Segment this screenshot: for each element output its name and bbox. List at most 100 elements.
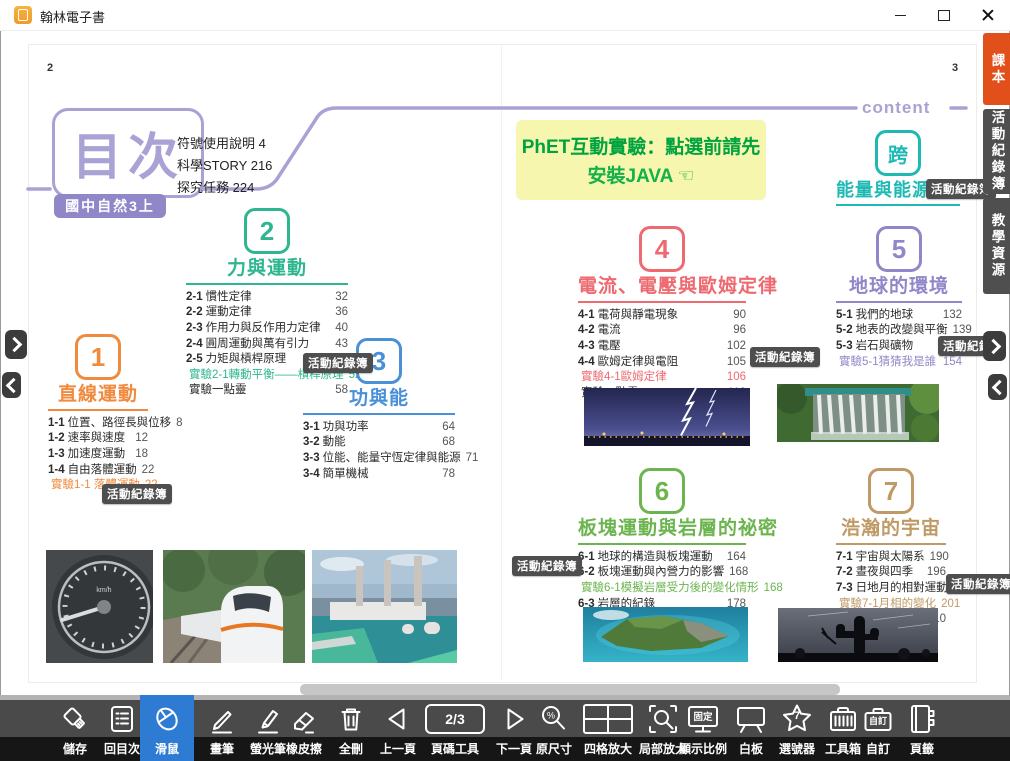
toc-entry[interactable]: 1-1位置、路徑長與位移8 <box>48 416 148 432</box>
chapter-6-title[interactable]: 板塊運動與岩層的祕密 <box>578 517 746 541</box>
monitor-icon: 固定 <box>685 700 721 737</box>
display-ratio-button[interactable]: 固定 顯示比例 <box>676 695 730 761</box>
left-page-back-arrow[interactable] <box>2 372 21 398</box>
photo-speedometer: km/h <box>46 550 153 663</box>
pencil-icon <box>204 700 240 737</box>
maximize-button[interactable] <box>922 0 966 30</box>
original-size-button[interactable]: % 原尺寸 <box>527 695 581 761</box>
toc-entry[interactable]: 3-2動能68 <box>303 435 455 451</box>
toc-entry[interactable]: 4-1電荷與靜電現象90 <box>578 308 746 324</box>
minimize-icon <box>895 15 906 16</box>
toc-entry[interactable]: 5-1我們的地球132 <box>836 308 962 324</box>
toc-entry[interactable]: 3-3位能、能量守恆定律與能源71 <box>303 451 455 467</box>
chapter-7-title[interactable]: 浩瀚的宇宙 <box>836 517 946 541</box>
trash-icon <box>333 700 369 737</box>
zoom-percent-icon: % <box>536 700 572 737</box>
chapter-4-title[interactable]: 電流、電壓與歐姆定律 <box>578 275 746 299</box>
eraser-icon <box>286 700 322 737</box>
toc-entry[interactable]: 6-1地球的構造與板塊運動164 <box>578 550 746 566</box>
toc-entry[interactable]: 7-2晝夜與四季196 <box>836 565 946 581</box>
tab-teaching-resources[interactable]: 教學資源 <box>983 198 1010 294</box>
chapter-7-icon: 7 <box>868 468 914 514</box>
toc-entry[interactable]: 2-1慣性定律32 <box>186 290 348 306</box>
page-number-tool[interactable]: 2/3 頁碼工具 <box>423 695 487 761</box>
chapter-rule <box>836 301 962 303</box>
toc-entry[interactable]: 4-4歐姆定律與電阻105 <box>578 355 746 371</box>
chapter-2-icon: 2 <box>244 208 290 254</box>
tab-textbook[interactable]: 課本 <box>983 33 1010 105</box>
chapter-rule <box>578 301 746 303</box>
title-bar: 翰林電子書 <box>0 0 1010 31</box>
chapter-6-items: 6-1地球的構造與板塊運動1646-2板塊運動與內營力的影響168實驗6-1模擬… <box>578 550 746 612</box>
toc-entry[interactable]: 2-3作用力與反作用力定律40 <box>186 321 348 337</box>
page-tab-button[interactable]: 頁籤 <box>895 695 949 761</box>
chevron-left-icon <box>5 377 21 393</box>
photo-island <box>583 607 748 662</box>
prev-page-button[interactable]: 上一頁 <box>371 695 425 761</box>
svg-text:%: % <box>547 710 555 720</box>
left-page-number: 2 <box>47 62 53 74</box>
toc-entry[interactable]: 3-1功與功率64 <box>303 420 455 436</box>
chapter-rule <box>186 283 348 285</box>
front-matter-item[interactable]: 探究任務 224 <box>177 177 272 199</box>
toc-entry[interactable]: 實驗4-1歐姆定律106 <box>578 370 746 386</box>
photo-train <box>163 550 305 663</box>
mouse-tool-button[interactable]: 滑鼠 <box>140 695 194 761</box>
minimize-button[interactable] <box>878 0 922 30</box>
page-indicator-box: 2/3 <box>425 700 485 737</box>
chapter-2-title[interactable]: 力與運動 <box>186 257 348 281</box>
chapter-7-section: 7 浩瀚的宇宙 7-1宇宙與太陽系1907-2晝夜與四季1967-3日地月的相對… <box>836 468 946 628</box>
toc-entry[interactable]: 6-2板塊運動與內營力的影響168 <box>578 565 746 581</box>
activity-badge-ch1[interactable]: 活動紀錄簿 <box>102 484 172 504</box>
left-panel-open-arrow[interactable] <box>5 330 27 359</box>
photo-power-plant <box>312 550 457 663</box>
toc-entry[interactable]: 7-3日地月的相對運動200 <box>836 581 946 597</box>
save-button[interactable]: 儲存 <box>48 695 102 761</box>
chapter-cross-title[interactable]: 能量與能源 <box>836 179 931 202</box>
list-icon <box>104 700 140 737</box>
eraser-tool-button[interactable]: 橡皮擦 <box>277 695 331 761</box>
usb-drive-icon <box>57 700 93 737</box>
briefcase-icon: 自訂 <box>860 700 896 737</box>
delete-all-button[interactable]: 全刪 <box>324 695 378 761</box>
quad-zoom-button[interactable]: 四格放大 <box>579 695 637 761</box>
toc-entry[interactable]: 實驗5-1猜猜我是誰154 <box>836 355 962 371</box>
right-page-number: 3 <box>952 62 958 74</box>
chapter-3-title[interactable]: 功與能 <box>303 387 455 411</box>
right-panel-open-arrow[interactable] <box>988 374 1007 400</box>
tab-activity-book[interactable]: 活動紀錄簿 <box>983 109 1010 194</box>
toc-entry[interactable]: 2-2運動定律36 <box>186 305 348 321</box>
activity-badge-ch7[interactable]: 活動紀錄簿 <box>946 574 1010 594</box>
toc-entry[interactable]: 4-2電流96 <box>578 323 746 339</box>
activity-badge-ch3[interactable]: 活動紀錄簿 <box>303 353 373 373</box>
photo-waterfall <box>777 384 939 442</box>
horizontal-scrollbar[interactable] <box>300 684 840 695</box>
chapter-1-icon: 1 <box>75 334 121 380</box>
chapter-1-title[interactable]: 直線運動 <box>48 383 148 407</box>
close-button[interactable] <box>966 0 1010 30</box>
toc-entry[interactable]: 3-4簡單機械78 <box>303 467 455 483</box>
chapter-rule <box>303 413 455 415</box>
svg-text:km/h: km/h <box>96 587 111 594</box>
chapter-5-title[interactable]: 地球的環境 <box>836 275 962 299</box>
chapter-3-items: 3-1功與功率643-2動能683-3位能、能量守恆定律與能源713-4簡單機械… <box>303 420 455 482</box>
toc-entry[interactable]: 7-1宇宙與太陽系190 <box>836 550 946 566</box>
toc-entry[interactable]: 1-4自由落體運動22 <box>48 463 148 479</box>
toc-entry[interactable]: 4-3電壓102 <box>578 339 746 355</box>
ebook-window: 翰林電子書 2 3 content 目次 國中自然3上 符號使用說明 4 科學S… <box>0 0 1010 761</box>
toc-entry[interactable]: 1-2速率與速度12 <box>48 431 148 447</box>
maximize-icon <box>938 10 950 21</box>
app-book-icon <box>14 6 32 24</box>
activity-badge-ch6[interactable]: 活動紀錄簿 <box>512 556 582 576</box>
toc-entry[interactable]: 1-3加速度運動18 <box>48 447 148 463</box>
front-matter-item[interactable]: 科學STORY 216 <box>177 155 272 177</box>
right-page-forward-arrow[interactable] <box>983 331 1006 361</box>
phet-notice-banner[interactable]: PhET互動實驗：點選前請先 安裝JAVA <box>516 120 766 200</box>
activity-badge-ch4[interactable]: 活動紀錄簿 <box>750 347 820 367</box>
chapter-1-section: 1 直線運動 1-1位置、路徑長與位移81-2速率與速度121-3加速度運動18… <box>48 334 148 494</box>
toc-title: 目次 <box>72 117 184 189</box>
chapter-6-section: 6 板塊運動與岩層的祕密 6-1地球的構造與板塊運動1646-2板塊運動與內營力… <box>578 468 746 612</box>
toc-entry[interactable]: 實驗6-1模擬岩層受力後的變化情形168 <box>578 581 746 597</box>
quad-grid-icon <box>582 700 634 737</box>
front-matter-item[interactable]: 符號使用說明 4 <box>177 133 272 155</box>
